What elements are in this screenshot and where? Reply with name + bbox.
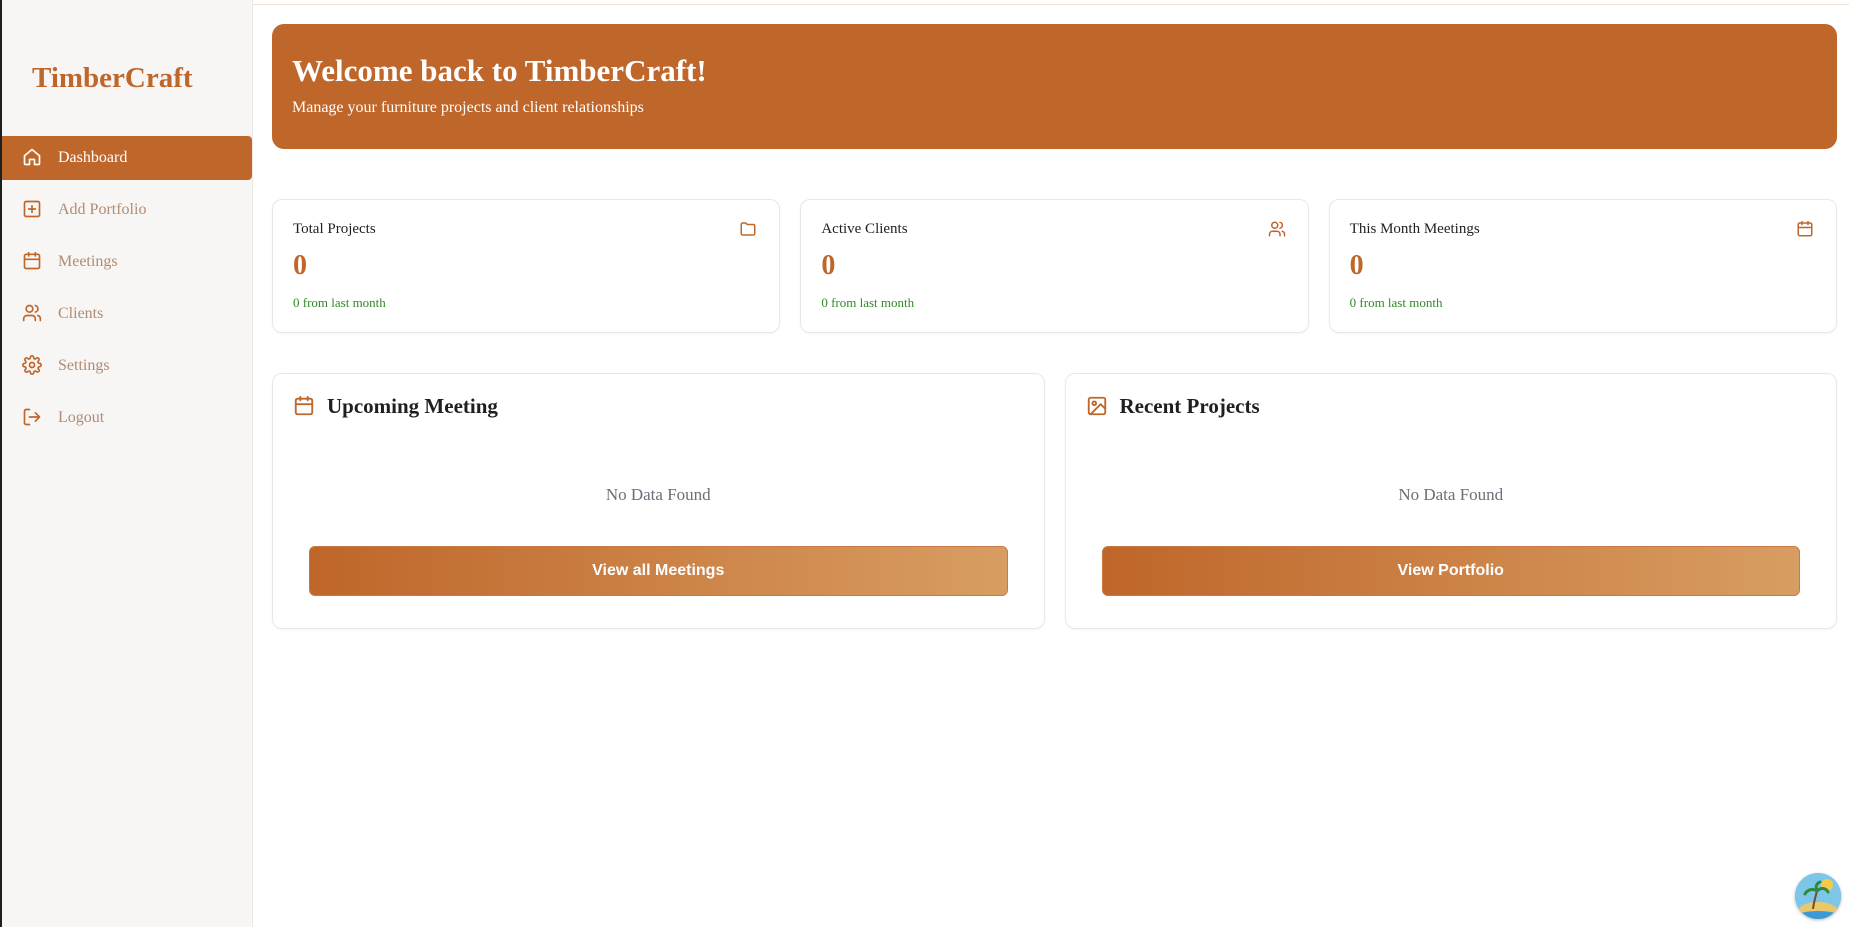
plus-square-icon [22,199,44,221]
view-all-meetings-button[interactable]: View all Meetings [309,546,1008,596]
users-icon [1268,220,1288,240]
floating-avatar-button[interactable] [1795,873,1841,919]
sidebar-item-clients[interactable]: Clients [2,292,252,336]
users-icon [22,303,44,325]
view-portfolio-button[interactable]: View Portfolio [1101,546,1800,596]
top-divider [253,4,1849,5]
upcoming-meeting-panel: Upcoming Meeting No Data Found View all … [272,373,1045,629]
calendar-icon [1796,220,1816,240]
island-icon [1795,873,1841,919]
calendar-icon [22,251,44,273]
stat-card-total-projects: Total Projects 0 0 from last month [272,199,781,333]
logout-icon [22,407,44,429]
panel-title: Upcoming Meeting [327,394,498,418]
sidebar: TimberCraft Dashboard Add Portfolio Meet… [2,0,253,927]
sidebar-item-label: Logout [58,409,105,426]
sidebar-item-dashboard[interactable]: Dashboard [2,136,252,180]
stat-label: This Month Meetings [1349,221,1480,237]
sidebar-item-label: Add Portfolio [58,201,147,218]
sidebar-item-meetings[interactable]: Meetings [2,240,252,284]
welcome-subtitle: Manage your furniture projects and clien… [292,99,644,116]
sidebar-item-add-portfolio[interactable]: Add Portfolio [2,188,252,232]
empty-state-text: No Data Found [1398,485,1504,504]
sidebar-item-label: Meetings [58,253,118,270]
sidebar-item-label: Clients [58,305,104,322]
stat-value: 0 [293,250,307,281]
stat-label: Total Projects [293,221,376,237]
stat-delta: 0 from last month [293,295,386,310]
welcome-banner: Welcome back to TimberCraft! Manage your… [272,24,1837,149]
stat-card-active-clients: Active Clients 0 0 from last month [800,199,1309,333]
gear-icon [22,355,44,377]
sidebar-item-settings[interactable]: Settings [2,344,252,388]
stat-delta: 0 from last month [821,295,915,310]
empty-state-text: No Data Found [605,485,711,504]
sidebar-item-logout[interactable]: Logout [2,396,252,440]
stat-value: 0 [1349,250,1364,281]
folder-icon [739,220,759,240]
panel-header: Recent Projects [1086,394,1260,419]
stat-label: Active Clients [821,221,908,237]
stat-card-month-meetings: This Month Meetings 0 0 from last month [1328,199,1837,333]
stat-delta: 0 from last month [1349,295,1443,310]
stat-value: 0 [821,250,836,281]
calendar-icon [293,395,317,419]
sidebar-nav: Dashboard Add Portfolio Meetings Clients… [2,136,252,448]
home-icon [22,147,44,169]
stats-row: Total Projects 0 0 from last month Activ… [272,199,1837,333]
image-icon [1086,395,1110,419]
brand-logo[interactable]: TimberCraft [32,62,193,95]
recent-projects-panel: Recent Projects No Data Found View Portf… [1064,373,1837,629]
welcome-title: Welcome back to TimberCraft! [292,53,707,88]
sidebar-item-label: Dashboard [58,149,128,166]
sidebar-item-label: Settings [58,357,110,374]
panel-header: Upcoming Meeting [293,394,498,419]
panels-row: Upcoming Meeting No Data Found View all … [272,373,1837,629]
panel-title: Recent Projects [1119,394,1260,418]
